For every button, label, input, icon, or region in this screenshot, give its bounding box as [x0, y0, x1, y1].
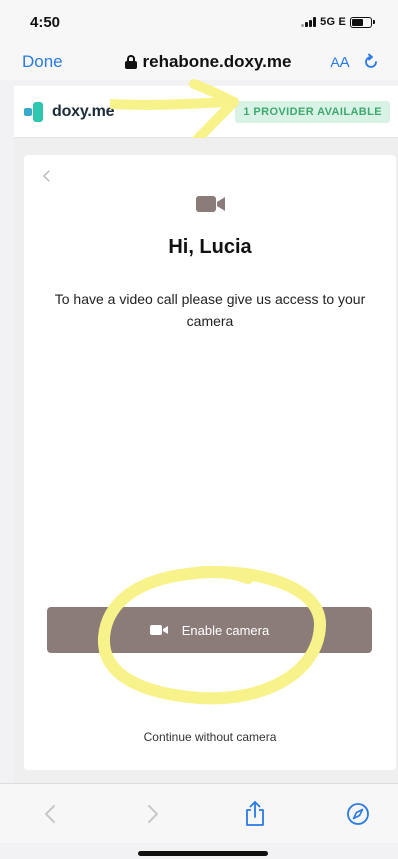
browser-toolbar: [0, 783, 398, 843]
camera-access-message: To have a video call please give us acce…: [54, 291, 366, 329]
network-type: 5G E: [320, 16, 346, 28]
chevron-left-icon[interactable]: [40, 168, 54, 184]
site-header: doxy.me 1 PROVIDER AVAILABLE: [14, 86, 398, 138]
chevron-right-icon: [147, 804, 158, 823]
forward-button[interactable]: [133, 794, 173, 834]
logo-text: doxy.me: [52, 102, 115, 120]
url-text: rehabone.doxy.me: [142, 52, 292, 71]
greeting-title: Hi, Lucia: [168, 236, 252, 258]
lock-icon: [124, 55, 137, 69]
reload-button[interactable]: [358, 49, 384, 75]
back-button[interactable]: [30, 794, 70, 834]
doxy-logo[interactable]: doxy.me: [24, 101, 115, 122]
done-button[interactable]: Done: [22, 52, 94, 72]
text-size-button[interactable]: AA: [322, 54, 358, 71]
status-indicators: 5G E: [301, 16, 375, 28]
text-size-small: A: [330, 53, 340, 70]
address-bar[interactable]: rehabone.doxy.me: [94, 52, 322, 72]
browser-open-button[interactable]: [338, 794, 378, 834]
battery-icon: [350, 16, 375, 28]
enable-camera-button[interactable]: Enable camera: [47, 607, 372, 653]
status-time: 4:50: [30, 13, 61, 31]
reload-icon: [365, 53, 377, 68]
doxy-logo-icon: [24, 101, 44, 122]
share-button[interactable]: [235, 794, 275, 834]
continue-without-camera-link[interactable]: Continue without camera: [24, 730, 396, 744]
browser-bar: Done rehabone.doxy.me AA: [0, 44, 398, 80]
compass-icon: [347, 802, 369, 825]
share-icon: [246, 800, 265, 826]
provider-available-badge: 1 PROVIDER AVAILABLE: [235, 100, 390, 123]
page: 4:50 5G E Done rehabone.doxy.me AA doxy.…: [0, 0, 398, 859]
video-camera-icon: [196, 196, 225, 212]
home-indicator[interactable]: [138, 851, 268, 856]
enable-camera-label: Enable camera: [181, 622, 270, 638]
signal-icon: [301, 17, 317, 27]
video-camera-icon: [149, 625, 168, 635]
text-size-large: A: [339, 53, 350, 71]
chevron-left-icon: [45, 804, 55, 823]
status-bar: 4:50 5G E: [0, 0, 398, 44]
